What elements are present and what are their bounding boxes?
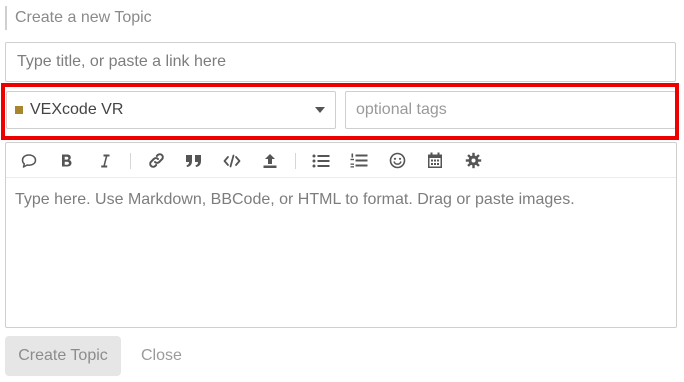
create-topic-button[interactable]: Create Topic — [5, 336, 121, 376]
editor-toolbar — [6, 144, 676, 178]
chevron-down-icon — [315, 107, 325, 113]
gear-icon[interactable] — [460, 148, 486, 174]
calendar-icon[interactable] — [422, 148, 448, 174]
composer-title: Create a new Topic — [5, 6, 152, 30]
category-label: VEXcode VR — [30, 101, 124, 118]
toolbar-divider — [295, 152, 296, 169]
emoji-icon[interactable] — [384, 148, 410, 174]
category-dropdown[interactable]: VEXcode VR — [6, 91, 336, 129]
close-button[interactable]: Close — [132, 336, 191, 376]
category-color-swatch — [15, 106, 23, 114]
tags-input[interactable] — [345, 91, 676, 129]
link-icon[interactable] — [143, 148, 169, 174]
bold-icon[interactable] — [54, 148, 80, 174]
code-icon[interactable] — [219, 148, 245, 174]
bullet-list-icon[interactable] — [308, 148, 334, 174]
upload-icon[interactable] — [257, 148, 283, 174]
blockquote-icon[interactable] — [181, 148, 207, 174]
editor-textarea[interactable] — [6, 180, 676, 326]
numbered-list-icon[interactable] — [346, 148, 372, 174]
toolbar-divider — [130, 152, 131, 169]
quote-icon[interactable] — [16, 148, 42, 174]
italic-icon[interactable] — [92, 148, 118, 174]
topic-title-input[interactable] — [5, 42, 676, 82]
